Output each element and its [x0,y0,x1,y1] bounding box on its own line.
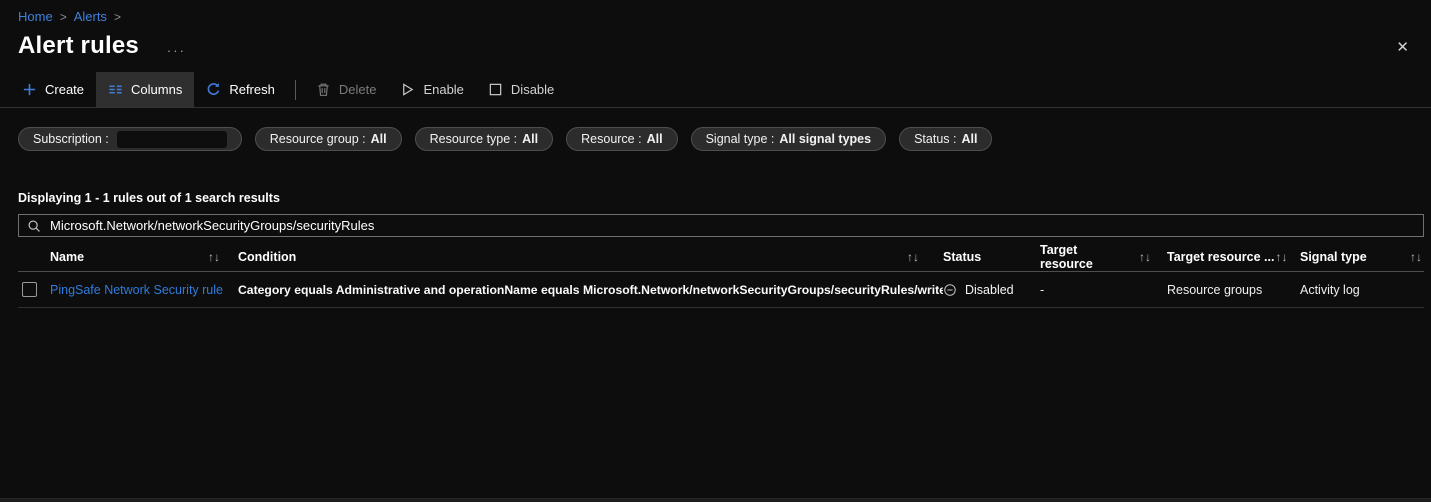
search-input[interactable] [50,218,1415,233]
breadcrumb: Home > Alerts > [0,0,1431,24]
disable-button-label: Disable [511,82,554,97]
filter-signal-type-label: Signal type : [706,132,775,146]
breadcrumb-separator: > [60,10,67,24]
column-header-name-label: Name [50,250,84,264]
filter-signal-type[interactable]: Signal type : All signal types [691,127,887,151]
row-status-cell: Disabled [943,283,1040,297]
row-checkbox[interactable] [22,282,37,297]
column-header-status-label: Status [943,250,981,264]
filter-signal-type-value: All signal types [779,132,871,146]
command-toolbar: Create Columns Refresh Delete Enable [0,72,1431,107]
filter-status[interactable]: Status : All [899,127,992,151]
column-header-condition-label: Condition [238,250,296,264]
trash-icon [316,82,331,97]
filter-subscription[interactable]: Subscription : [18,127,242,151]
columns-button-label: Columns [131,82,182,97]
plus-icon [22,82,37,97]
filter-resource-group[interactable]: Resource group : All [255,127,402,151]
enable-button[interactable]: Enable [388,72,475,107]
create-button[interactable]: Create [10,72,96,107]
row-checkbox-cell [18,282,50,297]
disable-button[interactable]: Disable [476,72,566,107]
filter-resource-type-label: Resource type : [430,132,518,146]
sort-icon[interactable]: ↑↓ [1410,250,1422,264]
filter-status-label: Status : [914,132,956,146]
toolbar-divider [295,80,296,100]
row-name-cell: PingSafe Network Security rule [50,283,238,297]
column-header-signal-type-label: Signal type [1300,250,1367,264]
subscription-value-redacted [117,131,227,148]
filter-status-value: All [961,132,977,146]
column-header-target-resource[interactable]: Target resource ↑↓ [1040,243,1167,271]
sort-icon[interactable]: ↑↓ [907,250,919,264]
row-target-resource-cell: - [1040,283,1167,297]
breadcrumb-alerts-link[interactable]: Alerts [74,9,107,24]
columns-icon [108,82,123,97]
filter-subscription-label: Subscription : [33,132,109,146]
alert-rules-page: Home > Alerts > Alert rules ··· ✕ Create… [0,0,1431,502]
column-header-signal-type[interactable]: Signal type ↑↓ [1300,250,1424,264]
sort-icon[interactable]: ↑↓ [1139,250,1151,264]
filter-resource-type[interactable]: Resource type : All [415,127,554,151]
refresh-icon [206,82,221,97]
close-icon[interactable]: ✕ [1396,38,1409,56]
title-row: Alert rules ··· ✕ [0,24,1431,60]
search-box [18,214,1424,237]
row-target-resource-type-cell: Resource groups [1167,283,1300,297]
toolbar-bottom-divider [0,107,1431,108]
column-header-target-resource-label: Target resource [1040,243,1133,271]
status-badge: Disabled [965,283,1014,297]
disabled-status-icon [943,283,957,297]
column-header-status[interactable]: Status [943,250,1040,264]
column-header-name[interactable]: Name ↑↓ [50,250,238,264]
refresh-button-label: Refresh [229,82,275,97]
alert-rules-table: Name ↑↓ Condition ↑↓ Status Target resou… [18,243,1424,308]
filter-resource-label: Resource : [581,132,641,146]
row-condition-cell: Category equals Administrative and opera… [238,283,943,297]
table-row[interactable]: PingSafe Network Security rule Category … [18,272,1424,308]
breadcrumb-separator: > [114,10,121,24]
results-summary: Displaying 1 - 1 rules out of 1 search r… [0,191,1431,205]
sort-icon[interactable]: ↑↓ [208,250,220,264]
square-icon [488,82,503,97]
row-signal-type-cell: Activity log [1300,283,1424,297]
filter-resource-group-value: All [371,132,387,146]
column-header-condition[interactable]: Condition ↑↓ [238,250,943,264]
filter-resource[interactable]: Resource : All [566,127,677,151]
filter-resource-group-label: Resource group : [270,132,366,146]
more-options-icon[interactable]: ··· [167,43,186,58]
play-icon [400,82,415,97]
filter-pills: Subscription : Resource group : All Reso… [0,127,1431,151]
filter-resource-value: All [647,132,663,146]
refresh-button[interactable]: Refresh [194,72,287,107]
create-button-label: Create [45,82,84,97]
page-title: Alert rules [18,32,139,60]
search-icon [27,219,41,233]
delete-button[interactable]: Delete [304,72,389,107]
bottom-edge-strip [0,498,1431,502]
sort-icon[interactable]: ↑↓ [1275,250,1287,264]
alert-rule-name-link[interactable]: PingSafe Network Security rule [50,283,223,297]
column-header-target-resource-type[interactable]: Target resource ... ↑↓ [1167,250,1300,264]
filter-resource-type-value: All [522,132,538,146]
breadcrumb-home-link[interactable]: Home [18,9,53,24]
delete-button-label: Delete [339,82,377,97]
table-header-row: Name ↑↓ Condition ↑↓ Status Target resou… [18,243,1424,272]
enable-button-label: Enable [423,82,463,97]
column-header-target-resource-type-label: Target resource ... [1167,250,1274,264]
columns-button[interactable]: Columns [96,72,194,107]
